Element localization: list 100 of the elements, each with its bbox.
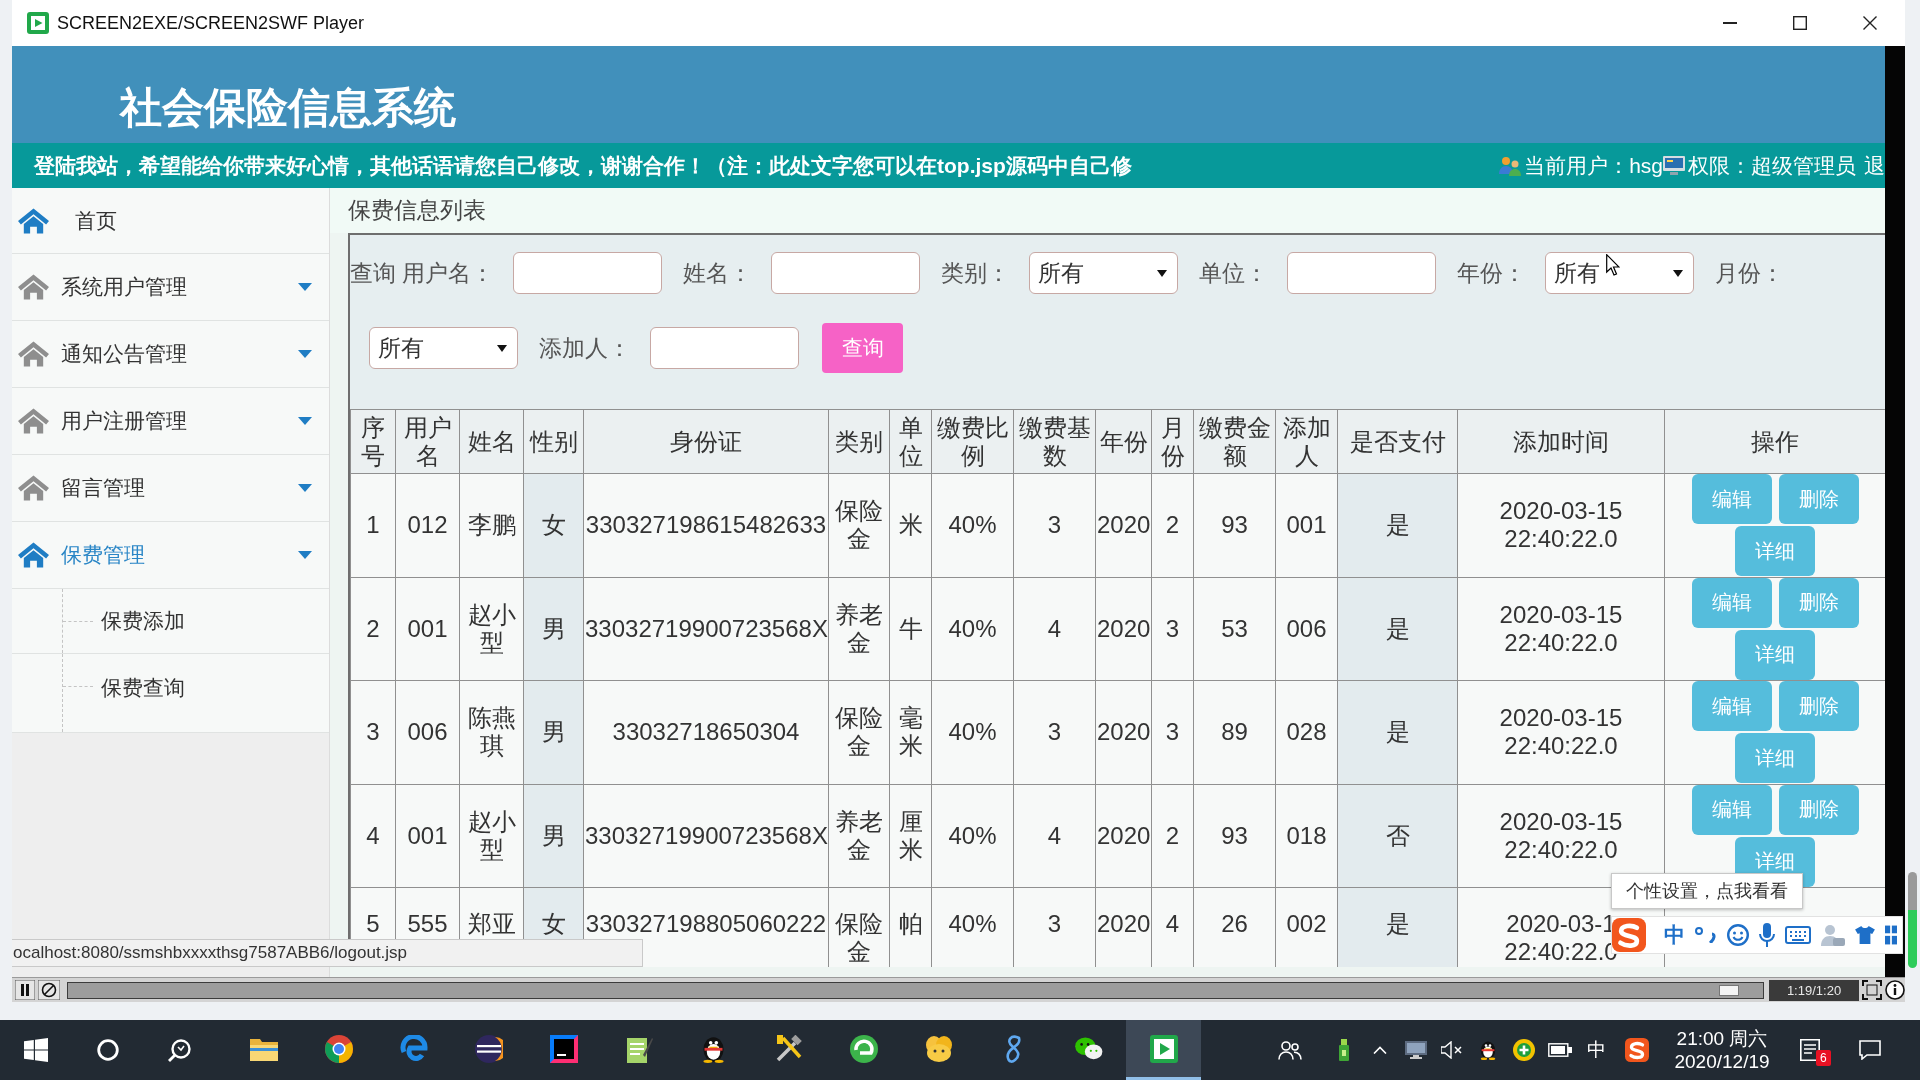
sidebar-item[interactable]: 系统用户管理 — [12, 254, 329, 321]
table-cell: 53 — [1193, 577, 1276, 681]
table-cell: 李鹏 — [459, 473, 524, 577]
table-cell: 帕 — [889, 887, 932, 967]
caret-down-icon — [298, 417, 312, 425]
info-icon[interactable] — [1885, 980, 1905, 1000]
clock-date[interactable]: 2020/12/19 — [1674, 1050, 1770, 1073]
input-field[interactable] — [771, 252, 921, 294]
search-button[interactable]: 查询 — [822, 323, 903, 373]
table-cell: 002 — [1275, 887, 1338, 967]
delete-button[interactable]: 删除 — [1778, 681, 1859, 732]
color-wheel-icon — [324, 1034, 353, 1063]
monitor-icon[interactable] — [1405, 1041, 1427, 1059]
column-header: 姓名 — [459, 409, 524, 474]
column-header: 缴费比例 — [931, 409, 1014, 474]
table-cell: 米 — [889, 473, 932, 577]
table-cell: 006 — [395, 680, 460, 784]
table-cell: 018 — [1275, 784, 1338, 888]
details-button[interactable]: 详细 — [1735, 629, 1815, 680]
table-cell: 保险金 — [828, 887, 890, 967]
edit-button[interactable]: 编辑 — [1691, 784, 1772, 835]
column-header: 缴费基数 — [1013, 409, 1096, 474]
dropdown[interactable]: 所有 — [1545, 252, 1695, 294]
chevron-up-icon[interactable] — [1373, 1046, 1387, 1054]
penguin-icon[interactable] — [1479, 1040, 1497, 1060]
table-cell: 40% — [931, 887, 1014, 967]
sidebar-item[interactable]: 保费管理 — [12, 522, 329, 589]
globe-icon — [849, 1034, 878, 1063]
computer-icon — [1663, 156, 1685, 175]
table-cell: 女 — [523, 473, 584, 577]
input-field[interactable] — [650, 327, 799, 369]
table-cell: 001 — [395, 784, 460, 888]
table-cell: 4 — [350, 784, 396, 888]
keyboard-icon[interactable] — [1785, 926, 1811, 944]
windows-logo-icon[interactable] — [24, 1038, 48, 1062]
edit-button[interactable]: 编辑 — [1691, 474, 1772, 525]
details-button[interactable]: 详细 — [1735, 526, 1815, 577]
microphone-icon[interactable] — [1759, 923, 1775, 947]
table-cell: 2020 — [1095, 577, 1152, 681]
tools-icon — [774, 1034, 803, 1063]
shirt-icon[interactable] — [1855, 926, 1875, 944]
field-label: 查询 用户名： — [350, 258, 495, 288]
table-cell: 厘米 — [889, 784, 932, 888]
sidebar-item[interactable]: 留言管理 — [12, 455, 329, 522]
speech-bubble-icon[interactable] — [1859, 1040, 1881, 1060]
slash-circle-icon[interactable] — [38, 980, 60, 1000]
speaker-muted-icon[interactable] — [1441, 1041, 1463, 1059]
progress-thumb[interactable] — [1719, 984, 1740, 996]
minimize-icon — [1723, 22, 1737, 24]
edit-button[interactable]: 编辑 — [1691, 577, 1772, 628]
sidebar-item[interactable]: 用户注册管理 — [12, 388, 329, 455]
logout-link[interactable]: 退 — [1864, 151, 1885, 180]
smiley-icon[interactable] — [1727, 924, 1749, 946]
clock-time[interactable]: 21:00 周六 — [1676, 1027, 1768, 1050]
input-mode-toggle[interactable]: 中 — [1664, 921, 1685, 949]
input-language[interactable]: 中 — [1586, 1037, 1606, 1063]
status-url: ocalhost:8080/ssmshbxxxxthsg7587ABB6/logout.jsp — [12, 939, 643, 967]
table-cell: 是 — [1337, 680, 1458, 784]
table-cell: 40% — [931, 680, 1014, 784]
input-method-logo-icon[interactable] — [1625, 1038, 1649, 1062]
table-cell: 1 — [350, 473, 396, 577]
sidebar-item[interactable]: 通知公告管理 — [12, 321, 329, 388]
table-cell: 3 — [1013, 887, 1096, 967]
pause-icon[interactable] — [15, 980, 35, 1000]
delete-button[interactable]: 删除 — [1778, 784, 1859, 835]
mouse-pointer-icon — [1606, 254, 1620, 276]
column-header: 添加时间 — [1457, 409, 1665, 474]
input-field[interactable] — [1287, 252, 1437, 294]
sidebar-subitem[interactable]: 保费查询 — [12, 654, 329, 733]
battery-icon[interactable] — [1548, 1043, 1572, 1057]
fullscreen-icon[interactable] — [1862, 980, 1882, 1000]
punctuation-icon[interactable] — [1695, 927, 1717, 943]
usb-stick-icon[interactable] — [1339, 1039, 1349, 1061]
progress-track[interactable] — [67, 981, 1764, 999]
table-cell: 006 — [1275, 577, 1338, 681]
search-icon[interactable] — [168, 1038, 192, 1062]
details-button[interactable]: 详细 — [1735, 733, 1815, 784]
home-icon — [18, 341, 49, 367]
people-icon[interactable] — [1278, 1040, 1302, 1060]
table-cell: 2020-03-15 22:40:22.0 — [1457, 680, 1665, 784]
table-cell: 93 — [1193, 784, 1276, 888]
current-user: 当前用户：hsg — [1524, 152, 1663, 179]
ring-icon[interactable] — [97, 1039, 119, 1061]
dropdown[interactable]: 所有 — [369, 327, 518, 369]
dropdown[interactable]: 所有 — [1029, 252, 1179, 294]
edit-button[interactable]: 编辑 — [1691, 681, 1772, 732]
sidebar-item[interactable]: 首页 — [12, 188, 329, 254]
plus-circle-icon[interactable] — [1513, 1039, 1535, 1061]
notification-icon[interactable] — [1800, 1039, 1820, 1061]
playback-time: 1:19/1:20 — [1769, 979, 1859, 1001]
delete-button[interactable]: 删除 — [1778, 577, 1859, 628]
taskbar-button[interactable] — [1126, 1020, 1201, 1080]
grid-icon[interactable] — [1885, 925, 1897, 945]
dropdown-arrow-icon — [1157, 269, 1168, 277]
delete-button[interactable]: 删除 — [1778, 474, 1859, 525]
penguin-icon — [701, 1034, 726, 1063]
column-header: 缴费金额 — [1193, 409, 1276, 474]
user-role: 权限：超级管理员 — [1688, 152, 1856, 179]
sidebar-subitem[interactable]: 保费添加 — [12, 589, 329, 654]
input-field[interactable] — [513, 252, 663, 294]
